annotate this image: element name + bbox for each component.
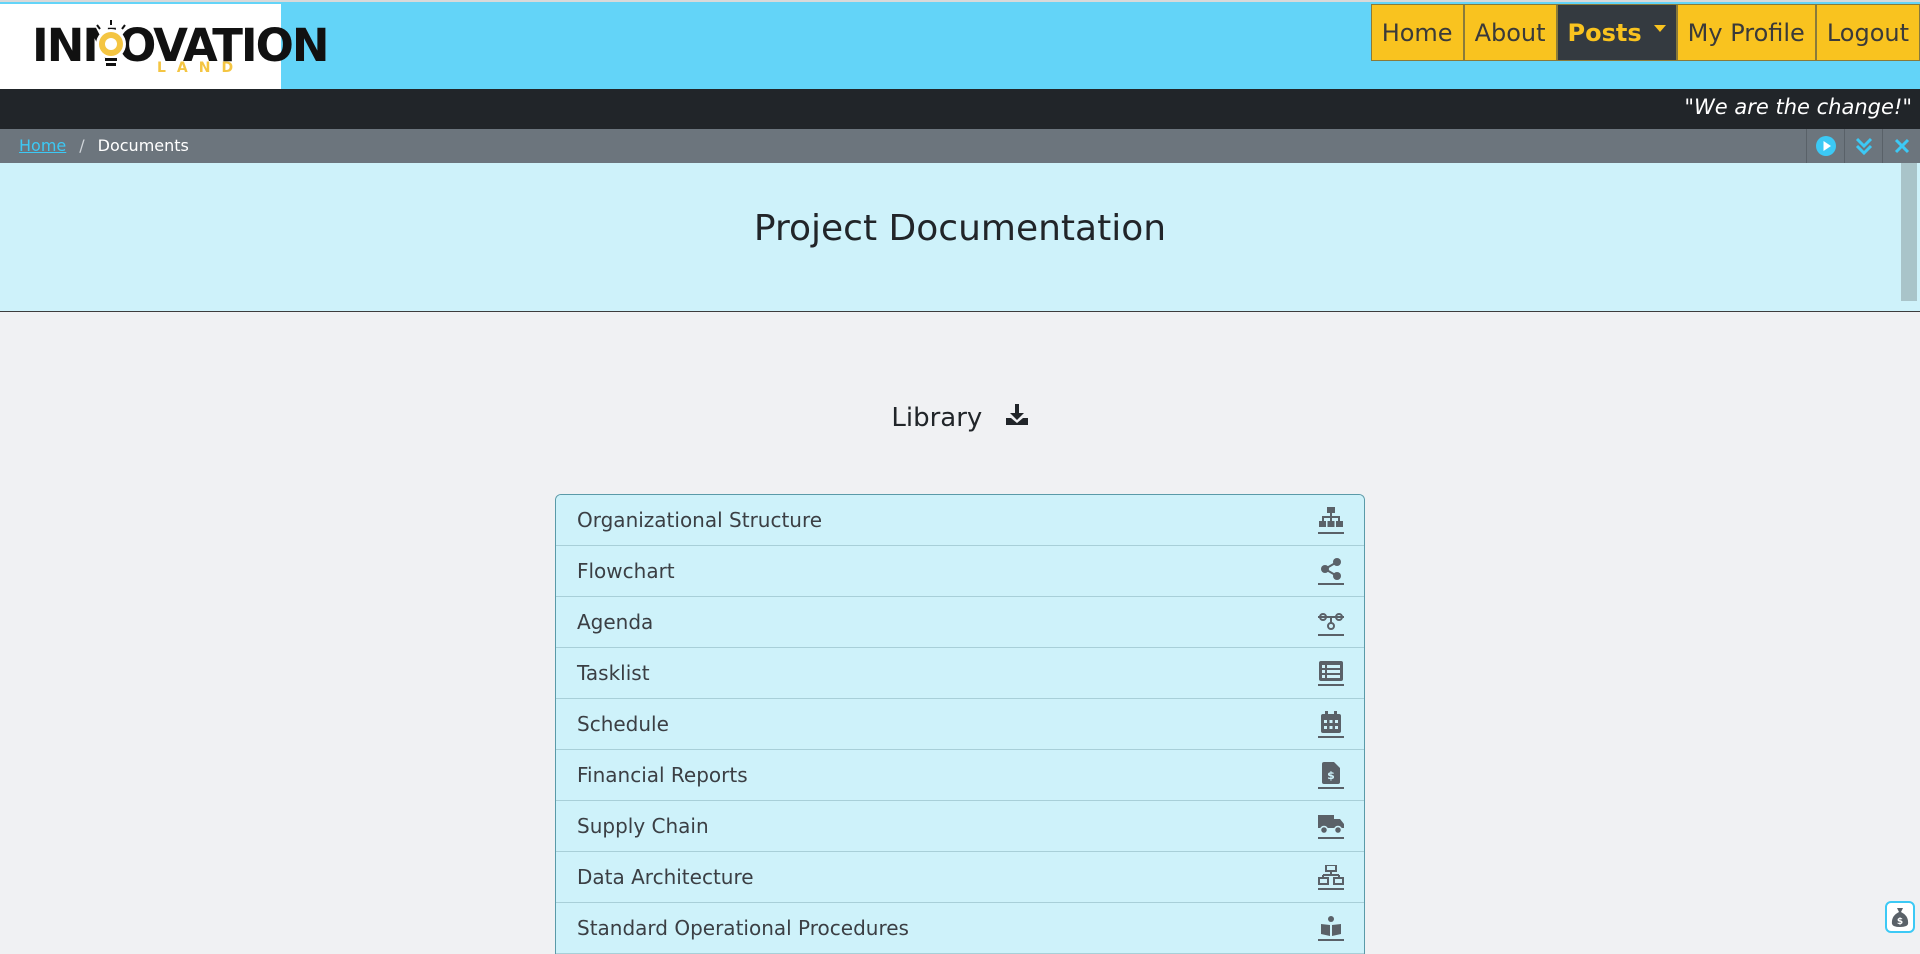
breadcrumb: Home / Documents (19, 136, 189, 155)
breadcrumb-separator: / (79, 136, 85, 155)
library-item-tasklist[interactable]: Tasklist (556, 648, 1364, 699)
page-header: Project Documentation (0, 163, 1920, 312)
library-item-schedule[interactable]: Schedule (556, 699, 1364, 750)
breadcrumb-bar: Home / Documents (0, 129, 1920, 163)
list-item-label: Standard Operational Procedures (577, 916, 909, 940)
library-item-financial-reports[interactable]: Financial Reports $ (556, 750, 1364, 801)
timeline-icon (1318, 606, 1344, 638)
expand-button[interactable] (1844, 129, 1882, 163)
list-item-label: Flowchart (577, 559, 675, 583)
list-item-label: Schedule (577, 712, 669, 736)
nav-posts-dropdown[interactable]: Posts (1556, 4, 1677, 61)
library-title: Library (891, 403, 983, 433)
truck-icon (1318, 810, 1344, 842)
breadcrumb-current: Documents (97, 136, 189, 155)
main-nav: Home About Posts My Profile Logout (1370, 4, 1920, 61)
nav-about[interactable]: About (1463, 4, 1557, 61)
network-icon (1318, 861, 1344, 893)
download-icon[interactable] (1005, 403, 1029, 434)
logo-subtext: LAND (157, 60, 245, 76)
library-item-agenda[interactable]: Agenda (556, 597, 1364, 648)
library-item-supply-chain[interactable]: Supply Chain (556, 801, 1364, 852)
logo[interactable]: INNOVATION LAND (0, 4, 330, 91)
scrollbar-thumb[interactable] (1901, 163, 1917, 301)
double-chevron-down-icon (1855, 137, 1872, 156)
close-icon (1894, 138, 1909, 154)
invoice-dollar-icon: $ (1318, 759, 1344, 791)
page-title: Project Documentation (753, 208, 1167, 249)
audio-player-controls (1806, 129, 1920, 163)
library-item-organizational-structure[interactable]: Organizational Structure (556, 495, 1364, 546)
top-navbar: INNOVATION LAND Home About Posts My Prof… (0, 0, 1920, 91)
book-icon (1318, 912, 1344, 944)
nav-my-profile[interactable]: My Profile (1676, 4, 1816, 61)
list-item-label: Data Architecture (577, 865, 754, 889)
library-item-flowchart[interactable]: Flowchart (556, 546, 1364, 597)
share-nodes-icon (1318, 555, 1344, 587)
slogan-bar: "We are the change!" (0, 89, 1920, 129)
library-item-standard-operational-procedures[interactable]: Standard Operational Procedures (556, 903, 1364, 954)
svg-text:$: $ (1897, 917, 1903, 927)
svg-text:$: $ (1327, 769, 1335, 782)
list-icon (1318, 657, 1344, 689)
nav-logout[interactable]: Logout (1815, 4, 1920, 61)
sitemap-icon (1318, 504, 1344, 536)
close-button[interactable] (1882, 129, 1920, 163)
list-item-label: Tasklist (577, 661, 650, 685)
breadcrumb-home-link[interactable]: Home (19, 136, 66, 155)
money-bag-icon: $ (1891, 908, 1909, 927)
slogan-text: "We are the change!" (1684, 95, 1912, 119)
nav-posts-label: Posts (1567, 18, 1642, 47)
lightbulb-icon (96, 20, 126, 66)
play-button[interactable] (1806, 129, 1844, 163)
library-heading: Library (0, 403, 1920, 434)
library-item-data-architecture[interactable]: Data Architecture (556, 852, 1364, 903)
list-item-label: Organizational Structure (577, 508, 823, 532)
play-icon (1815, 136, 1836, 156)
list-item-label: Agenda (577, 610, 654, 634)
calendar-icon (1318, 708, 1344, 740)
list-item-label: Financial Reports (577, 763, 748, 787)
donation-button[interactable]: $ (1885, 901, 1915, 933)
nav-home[interactable]: Home (1370, 4, 1464, 61)
list-item-label: Supply Chain (577, 814, 709, 838)
caret-down-icon (1653, 25, 1666, 32)
library-list: Organizational Structure Flowchart Agend… (555, 494, 1365, 954)
